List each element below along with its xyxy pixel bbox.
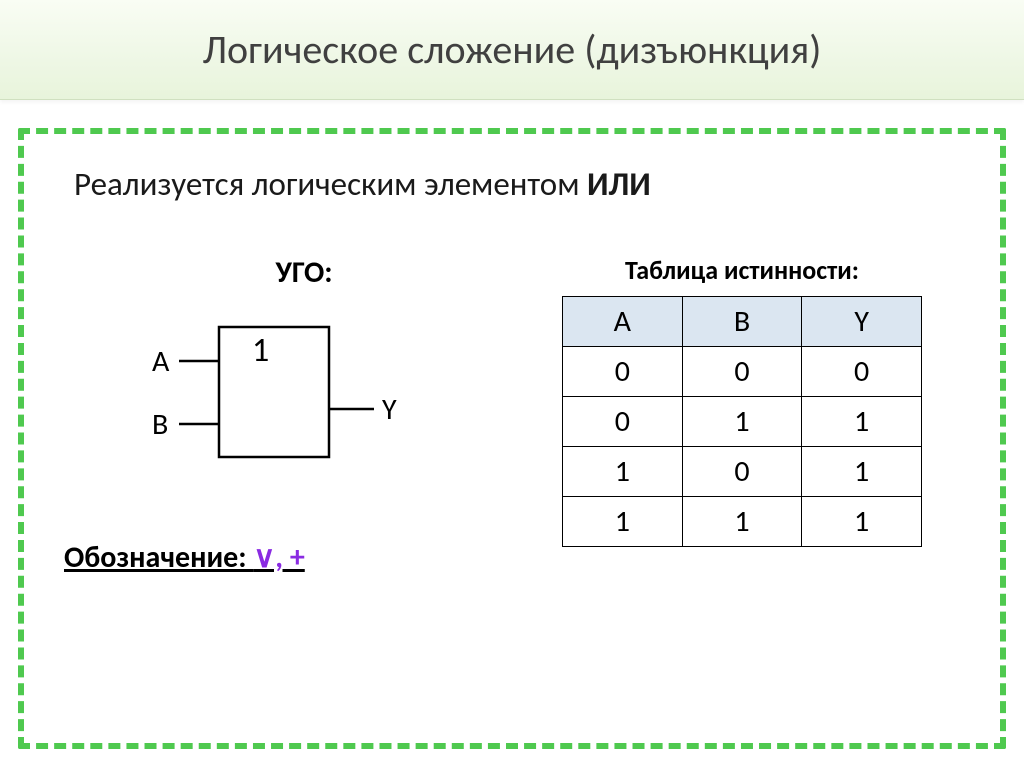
subtitle-prefix: Реализуется логическим элементом bbox=[74, 164, 587, 204]
ugo-label: УГО: bbox=[124, 254, 484, 291]
table-row: 0 1 1 bbox=[563, 397, 922, 447]
notation: Обозначение: ∨, + bbox=[64, 539, 484, 576]
notation-symbols: ∨, + bbox=[253, 539, 304, 576]
subtitle-bold: ИЛИ bbox=[587, 164, 651, 204]
gate-symbol: 1 bbox=[252, 330, 269, 371]
dashed-container: Реализуется логическим элементом ИЛИ УГО… bbox=[18, 128, 1006, 749]
left-column: УГО: 1 A B Y Обозначение: ∨, + bbox=[64, 254, 484, 576]
table-row: 1 0 1 bbox=[563, 447, 922, 497]
gate-output: Y bbox=[382, 391, 397, 428]
notation-label: Обозначение: bbox=[64, 539, 253, 576]
right-column: Таблица истинности: A B Y 0 0 0 bbox=[524, 254, 960, 547]
slide-header: Логическое сложение (дизъюнкция) bbox=[0, 0, 1024, 100]
content-wrapper: Реализуется логическим элементом ИЛИ УГО… bbox=[0, 100, 1024, 767]
columns: УГО: 1 A B Y Обозначение: ∨, + Таблица и… bbox=[64, 254, 960, 576]
col-y: Y bbox=[802, 297, 922, 347]
truth-table-label: Таблица истинности: bbox=[524, 254, 960, 286]
gate-input-b: B bbox=[152, 406, 168, 443]
col-a: A bbox=[563, 297, 683, 347]
table-row: 1 1 1 bbox=[563, 497, 922, 547]
subtitle: Реализуется логическим элементом ИЛИ bbox=[64, 164, 960, 204]
col-b: B bbox=[682, 297, 802, 347]
or-gate-diagram: 1 A B Y bbox=[124, 309, 424, 479]
slide-title: Логическое сложение (дизъюнкция) bbox=[203, 25, 822, 74]
truth-table: A B Y 0 0 0 0 1 bbox=[562, 296, 922, 547]
gate-input-a: A bbox=[152, 343, 170, 380]
table-row: 0 0 0 bbox=[563, 347, 922, 397]
table-header-row: A B Y bbox=[563, 297, 922, 347]
